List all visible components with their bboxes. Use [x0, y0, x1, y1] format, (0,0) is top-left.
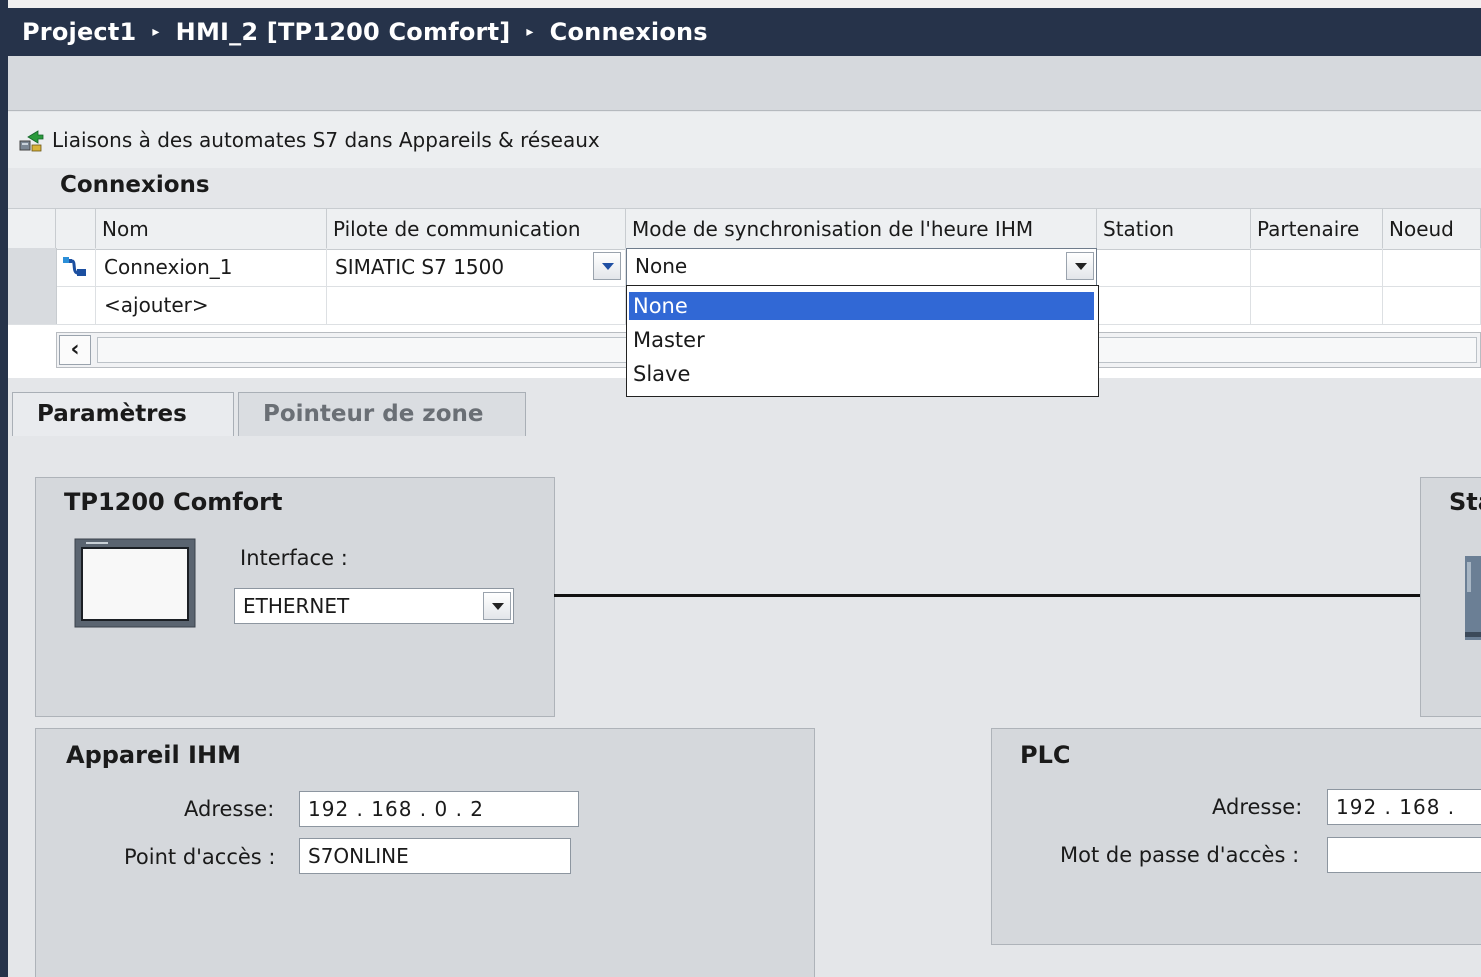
scroll-left-icon[interactable]: ‹ — [59, 335, 91, 365]
driver-value: SIMATIC S7 1500 — [335, 255, 505, 279]
interface-label: Interface : — [240, 546, 348, 570]
row-header[interactable] — [8, 248, 57, 286]
column-header-pilote[interactable]: Pilote de communication — [327, 209, 626, 249]
hmi-address-label: Adresse: — [184, 797, 275, 821]
access-point-label: Point d'accès : — [124, 845, 276, 869]
hmi-device-panel: Appareil IHM Adresse: 192 . 168 . 0 . 2 … — [35, 728, 815, 977]
connection-link-icon — [19, 130, 44, 152]
header-icon-col — [56, 209, 96, 249]
header-corner — [8, 209, 56, 249]
plc-title: PLC — [1020, 741, 1071, 769]
column-header-noeud[interactable]: Noeud — [1383, 209, 1481, 249]
liaisons-link-text[interactable]: Liaisons à des automates S7 dans Apparei… — [52, 128, 600, 152]
connection-row-icon — [56, 248, 96, 286]
breadcrumb-device[interactable]: HMI_2 [TP1200 Comfort] — [176, 18, 511, 46]
left-edge — [0, 0, 8, 977]
chevron-down-icon[interactable] — [1066, 252, 1094, 280]
access-point-field[interactable]: S7ONLINE — [299, 838, 571, 874]
device-panel: TP1200 Comfort Interface : ETHERNET — [35, 477, 555, 717]
sync-mode-select[interactable]: None — [626, 248, 1097, 286]
interface-select[interactable]: ETHERNET — [234, 588, 514, 624]
cell-icon — [56, 286, 96, 324]
driver-dropdown-button[interactable] — [593, 252, 621, 280]
sync-option-slave[interactable]: Slave — [629, 360, 1094, 388]
cell-station[interactable] — [1097, 286, 1251, 324]
device-title: TP1200 Comfort — [64, 488, 283, 516]
tab-parametres[interactable]: Paramètres — [12, 392, 234, 436]
network-line — [554, 594, 1420, 597]
hmi-title: Appareil IHM — [66, 741, 241, 769]
sync-option-none[interactable]: None — [629, 292, 1094, 320]
driver-select[interactable]: SIMATIC S7 1500 — [327, 248, 626, 286]
cell-name[interactable]: Connexion_1 — [96, 248, 327, 286]
column-header-station[interactable]: Station — [1097, 209, 1251, 249]
sync-mode-dropdown-list: None Master Slave — [626, 285, 1099, 397]
plc-panel: PLC Adresse: 192 . 168 . Mot de passe d'… — [991, 728, 1481, 945]
row-header[interactable] — [8, 286, 57, 324]
breadcrumb-separator-icon: ▸ — [526, 24, 534, 40]
hmi-device-icon — [74, 538, 196, 628]
liaisons-link-row[interactable]: Liaisons à des automates S7 dans Apparei… — [8, 112, 1481, 168]
column-header-partenaire[interactable]: Partenaire — [1251, 209, 1383, 249]
column-header-nom[interactable]: Nom — [96, 209, 327, 249]
top-edge — [0, 0, 1481, 8]
editor-toolbar — [8, 56, 1481, 111]
sync-option-master[interactable]: Master — [629, 326, 1094, 354]
chevron-down-icon[interactable] — [483, 592, 511, 620]
breadcrumb-project[interactable]: Project1 — [22, 18, 136, 46]
hmi-address-field[interactable]: 192 . 168 . 0 . 2 — [299, 791, 579, 827]
cell-partenaire[interactable] — [1251, 286, 1383, 324]
access-password-label: Mot de passe d'accès : — [1060, 843, 1300, 867]
table-header: Nom Pilote de communication Mode de sync… — [8, 208, 1481, 250]
column-header-sync-mode[interactable]: Mode de synchronisation de l'heure IHM — [626, 209, 1097, 249]
cell-noeud[interactable] — [1383, 286, 1481, 324]
connexions-title: Connexions — [60, 172, 210, 198]
plc-device-icon — [1465, 556, 1481, 640]
breadcrumb-separator-icon: ▸ — [152, 24, 160, 40]
access-password-field[interactable] — [1327, 837, 1481, 873]
station-panel: Sta — [1420, 477, 1481, 717]
sync-mode-value: None — [635, 254, 688, 278]
cell-driver[interactable] — [327, 286, 626, 324]
cell-partenaire[interactable] — [1251, 248, 1383, 286]
tab-pointeur-de-zone[interactable]: Pointeur de zone — [238, 392, 526, 436]
cell-station[interactable] — [1097, 248, 1251, 286]
plc-address-label: Adresse: — [1212, 795, 1303, 819]
station-title: Sta — [1449, 488, 1481, 516]
table-row[interactable]: Connexion_1 SIMATIC S7 1500 None — [8, 248, 1481, 287]
breadcrumb-page: Connexions — [549, 18, 708, 46]
add-connection-cell[interactable]: <ajouter> — [96, 286, 327, 324]
interface-value: ETHERNET — [243, 594, 350, 618]
parameters-content: TP1200 Comfort Interface : ETHERNET St a … — [8, 436, 1481, 977]
breadcrumb: Project1 ▸ HMI_2 [TP1200 Comfort] ▸ Conn… — [8, 8, 1481, 56]
cell-noeud[interactable] — [1383, 248, 1481, 286]
plc-address-field[interactable]: 192 . 168 . — [1327, 789, 1481, 825]
